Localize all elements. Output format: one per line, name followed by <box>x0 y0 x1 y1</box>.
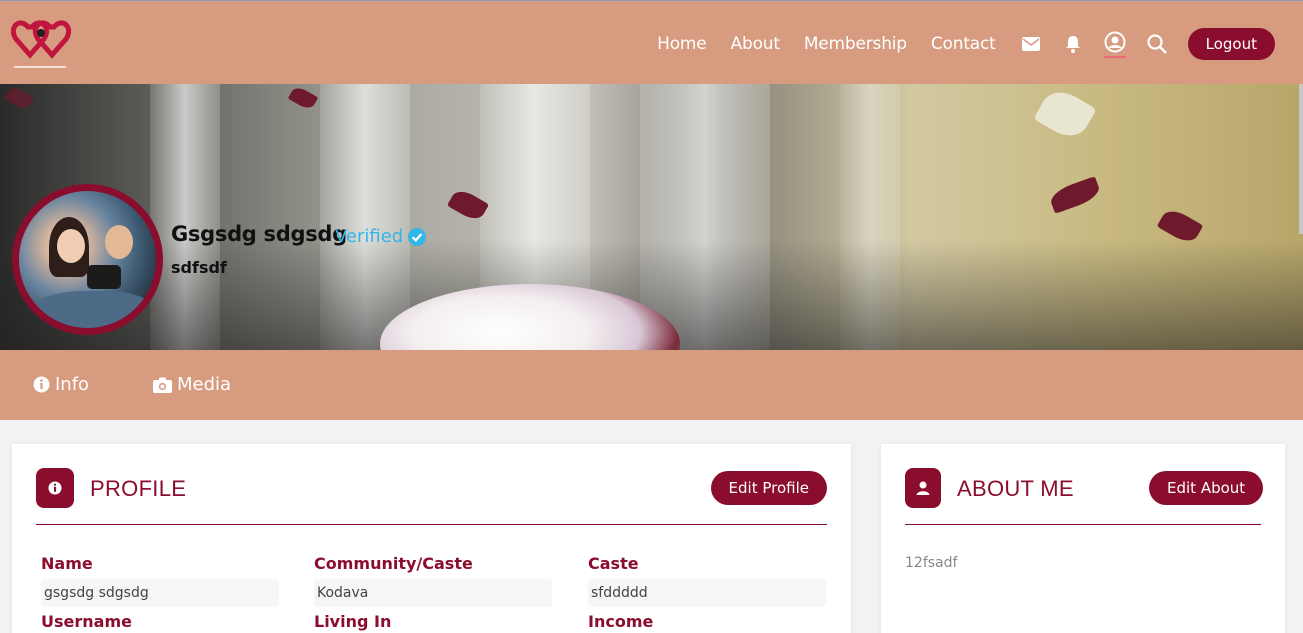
field-label-username: Username <box>41 612 132 631</box>
cover-photo <box>0 84 1303 350</box>
tab-info-label: Info <box>55 374 90 395</box>
divider <box>36 524 827 525</box>
nav-menu: Home About Membership Contact Logout <box>657 27 1303 61</box>
tab-media-label: Media <box>177 374 232 395</box>
field-label-income: Income <box>588 612 654 631</box>
scrollbar[interactable] <box>1299 84 1303 234</box>
bell-icon[interactable] <box>1062 33 1084 55</box>
info-icon <box>36 468 74 508</box>
field-value-name: gsgsdg sdgsdg <box>41 579 279 607</box>
divider <box>905 524 1261 525</box>
field-value-community: Kodava <box>314 579 552 607</box>
about-text: 12fsadf <box>905 555 958 571</box>
nav-contact[interactable]: Contact <box>931 34 996 54</box>
field-label-community: Community/Caste <box>314 554 473 573</box>
tab-info[interactable]: Info <box>33 374 89 395</box>
profile-card-title: PROFILE <box>90 476 187 501</box>
nav-membership[interactable]: Membership <box>804 34 907 54</box>
edit-about-button[interactable]: Edit About <box>1149 471 1264 505</box>
about-card-title: ABOUT ME <box>957 476 1074 501</box>
profile-card: PROFILE Edit Profile Name gsgsdg sdgsdg … <box>12 444 851 633</box>
profile-name: Gsgsdg sdgsdg <box>171 222 347 246</box>
verified-badge: Verified <box>335 226 427 247</box>
field-label-name: Name <box>41 554 93 573</box>
user-circle-icon[interactable] <box>1103 30 1126 58</box>
edit-profile-button[interactable]: Edit Profile <box>710 471 827 505</box>
camera-icon <box>153 377 172 393</box>
search-icon[interactable] <box>1146 33 1168 55</box>
info-icon <box>33 376 50 393</box>
profile-avatar[interactable] <box>12 184 163 335</box>
user-icon <box>905 468 941 508</box>
envelope-icon[interactable] <box>1020 33 1042 55</box>
tab-media[interactable]: Media <box>153 374 231 395</box>
verified-label: Verified <box>335 226 404 247</box>
field-label-living-in: Living In <box>314 612 392 631</box>
nav-home[interactable]: Home <box>657 34 707 54</box>
field-value-caste: sfddddd <box>588 579 826 607</box>
hearts-logo[interactable] <box>10 15 72 71</box>
field-label-caste: Caste <box>588 554 639 573</box>
check-circle-icon <box>408 227 427 246</box>
profile-subtitle: sdfsdf <box>171 258 227 277</box>
nav-about[interactable]: About <box>731 34 780 54</box>
top-navbar: Home About Membership Contact Logout <box>0 0 1303 84</box>
logout-button[interactable]: Logout <box>1187 28 1275 60</box>
profile-tabs: Info Media <box>0 350 1303 420</box>
about-card: ABOUT ME Edit About 12fsadf <box>881 444 1285 633</box>
